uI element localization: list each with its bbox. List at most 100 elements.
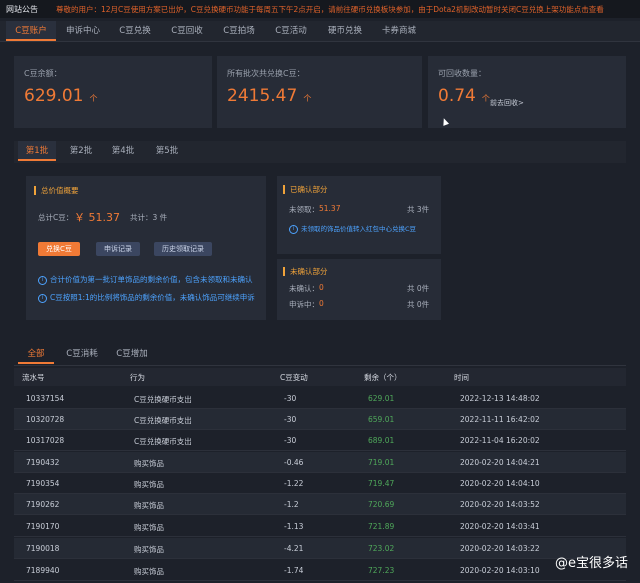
table-row[interactable]: 10320728 C豆兑换硬币支出 -30 659.01 2022-11-11 … [14, 409, 626, 430]
announcement-bar[interactable]: 网站公告 尊敬的用户：12月C豆使用方案已出炉，C豆兑换硬币功能于每周五下午2点… [0, 0, 640, 18]
cell-change: -30 [284, 415, 297, 424]
cell-serial: 7190432 [26, 458, 60, 467]
cell-serial: 7190354 [26, 479, 60, 488]
value-overview-card: 总价值概要 总计C豆： ￥ 51.37 共计：3 件 兑换C豆 申诉记录 历史领… [26, 176, 266, 320]
nav-item-c-bean-exchange[interactable]: C豆兑换 [110, 21, 160, 41]
table-row[interactable]: 7190018 购买饰品 -4.21 723.02 2020-02-20 14:… [14, 538, 626, 559]
cell-change: -1.22 [284, 479, 304, 488]
confirmed-title: 已确认部分 [283, 185, 328, 194]
cell-remaining: 719.01 [368, 458, 395, 467]
appealing-label: 申诉中： [289, 300, 319, 309]
cell-remaining: 629.01 [368, 394, 395, 403]
header-change: C豆变动 [280, 373, 308, 382]
appealing-count: 共 0件 [407, 300, 430, 309]
cell-action: 购买饰品 [134, 523, 164, 532]
confirmed-note-text: 未领取的饰品价值转入红包中心兑换C豆 [301, 225, 417, 233]
cell-time: 2020-02-20 14:03:52 [460, 500, 540, 509]
nav-item-c-bean-events[interactable]: C豆活动 [266, 21, 316, 41]
balance-label: C豆余额： [24, 69, 62, 78]
table-row[interactable]: 7189940 购买饰品 -1.74 727.23 2020-02-20 14:… [14, 560, 626, 581]
cell-action: 购买饰品 [134, 480, 164, 489]
overview-title: 总价值概要 [34, 186, 79, 195]
cell-change: -1.13 [284, 522, 304, 531]
cell-time: 2022-12-13 14:48:02 [460, 394, 540, 403]
tab-batch-4[interactable]: 第4批 [104, 141, 142, 161]
overview-total-label: 总计C豆： [38, 213, 74, 222]
nav-item-c-bean-auction[interactable]: C豆拍场 [214, 21, 264, 41]
cell-change: -1.74 [284, 566, 304, 575]
tab-batch-5[interactable]: 第5批 [148, 141, 186, 161]
cell-serial: 10317028 [26, 436, 65, 445]
info-icon: i [38, 275, 47, 285]
info-icon: i [38, 293, 47, 303]
table-row[interactable]: 7190432 购买饰品 -0.46 719.01 2020-02-20 14:… [14, 452, 626, 473]
cell-action: 购买饰品 [134, 567, 164, 576]
tab-c-bean-increase[interactable]: C豆增加 [110, 345, 154, 364]
recyclable-label: 可回收数量： [438, 69, 486, 78]
tab-batch-1[interactable]: 第1批 [18, 141, 56, 161]
unconfirmed-count: 共 0件 [407, 284, 430, 293]
cell-time: 2022-11-11 16:42:02 [460, 415, 540, 424]
nav-item-appeal-center[interactable]: 申诉中心 [58, 21, 108, 41]
header-remaining: 剩余（个） [364, 373, 402, 382]
table-row[interactable]: 7190354 购买饰品 -1.22 719.47 2020-02-20 14:… [14, 473, 626, 494]
table-header: 流水号 行为 C豆变动 剩余（个） 时间 [14, 368, 626, 386]
cell-serial: 7190170 [26, 522, 60, 531]
announcement-message[interactable]: 尊敬的用户：12月C豆使用方案已出炉，C豆兑换硬币功能于每周五下午2点开启，请前… [56, 4, 636, 15]
cell-action: C豆兑换硬币支出 [134, 437, 192, 446]
nav-item-c-bean-recycle[interactable]: C豆回收 [162, 21, 212, 41]
main-nav: C豆账户 申诉中心 C豆兑换 C豆回收 C豆拍场 C豆活动 硬币兑换 卡券商城 [0, 21, 640, 42]
cell-serial: 10320728 [26, 415, 65, 424]
cell-time: 2020-02-20 14:03:10 [460, 566, 540, 575]
recyclable-unit: 个 [481, 94, 490, 103]
balance-unit: 个 [89, 94, 98, 103]
confirmed-unclaimed-label: 未领取： [289, 205, 319, 214]
table-row[interactable]: 7190170 购买饰品 -1.13 721.89 2020-02-20 14:… [14, 516, 626, 537]
confirmed-unclaimed-count: 共 3件 [407, 205, 430, 214]
total-exchanged-number: 2415.47 [227, 86, 298, 106]
cell-change: -30 [284, 436, 297, 445]
tab-c-bean-consumption[interactable]: C豆消耗 [60, 345, 104, 364]
tab-batch-2[interactable]: 第2批 [62, 141, 100, 161]
cell-change: -1.2 [284, 500, 299, 509]
tab-all-records[interactable]: 全部 [18, 345, 54, 364]
cell-remaining: 723.02 [368, 544, 395, 553]
recyclable-value: 0.74 个 [438, 86, 490, 106]
cell-time: 2020-02-20 14:04:10 [460, 479, 540, 488]
cell-remaining: 727.23 [368, 566, 395, 575]
cell-change: -30 [284, 394, 297, 403]
unconfirmed-value: 0 [319, 283, 324, 292]
nav-item-c-bean-account[interactable]: C豆账户 [6, 21, 56, 41]
cell-time: 2020-02-20 14:03:22 [460, 544, 540, 553]
balance-card: C豆余额： 629.01 个 [14, 56, 212, 128]
go-recycle-link[interactable]: 前去回收> [490, 98, 524, 108]
overview-note-2-text: C豆按照1:1的比例将饰品的剩余价值，未确认饰品可继续申诉 [50, 293, 255, 302]
total-exchanged-label: 所有批次共兑换C豆： [227, 69, 305, 78]
table-row[interactable]: 7190262 购买饰品 -1.2 720.69 2020-02-20 14:0… [14, 494, 626, 515]
cell-remaining: 719.47 [368, 479, 395, 488]
record-tabs: 全部 C豆消耗 C豆增加 [14, 345, 626, 366]
appeal-records-button[interactable]: 申诉记录 [96, 242, 140, 256]
cell-remaining: 689.01 [368, 436, 395, 445]
recyclable-number: 0.74 [438, 86, 476, 106]
watermark: @e宝很多话 [555, 556, 628, 571]
appealing-value: 0 [319, 299, 324, 308]
total-exchanged-value: 2415.47 个 [227, 86, 311, 106]
balance-value: 629.01 个 [24, 86, 97, 106]
cell-time: 2022-11-04 16:20:02 [460, 436, 540, 445]
nav-item-card-store[interactable]: 卡券商城 [374, 21, 424, 41]
history-claim-button[interactable]: 历史领取记录 [154, 242, 212, 256]
exchange-c-bean-button[interactable]: 兑换C豆 [38, 242, 80, 256]
cell-action: 购买饰品 [134, 501, 164, 510]
cell-action: 购买饰品 [134, 545, 164, 554]
cell-time: 2020-02-20 14:04:21 [460, 458, 540, 467]
header-action: 行为 [130, 373, 145, 382]
nav-item-coin-exchange[interactable]: 硬币兑换 [320, 21, 370, 41]
total-exchanged-card: 所有批次共兑换C豆： 2415.47 个 [217, 56, 422, 128]
table-row[interactable]: 10337154 C豆兑换硬币支出 -30 629.01 2022-12-13 … [14, 388, 626, 409]
table-row[interactable]: 10317028 C豆兑换硬币支出 -30 689.01 2022-11-04 … [14, 430, 626, 451]
info-icon: i [289, 224, 298, 234]
unconfirmed-label: 未确认： [289, 284, 319, 293]
overview-note-1: i 合计价值为第一批订单饰品的剩余价值，包含未领取和未确认 [38, 274, 253, 285]
confirmed-card: 已确认部分 未领取： 51.37 共 3件 i 未领取的饰品价值转入红包中心兑换C… [277, 176, 441, 254]
